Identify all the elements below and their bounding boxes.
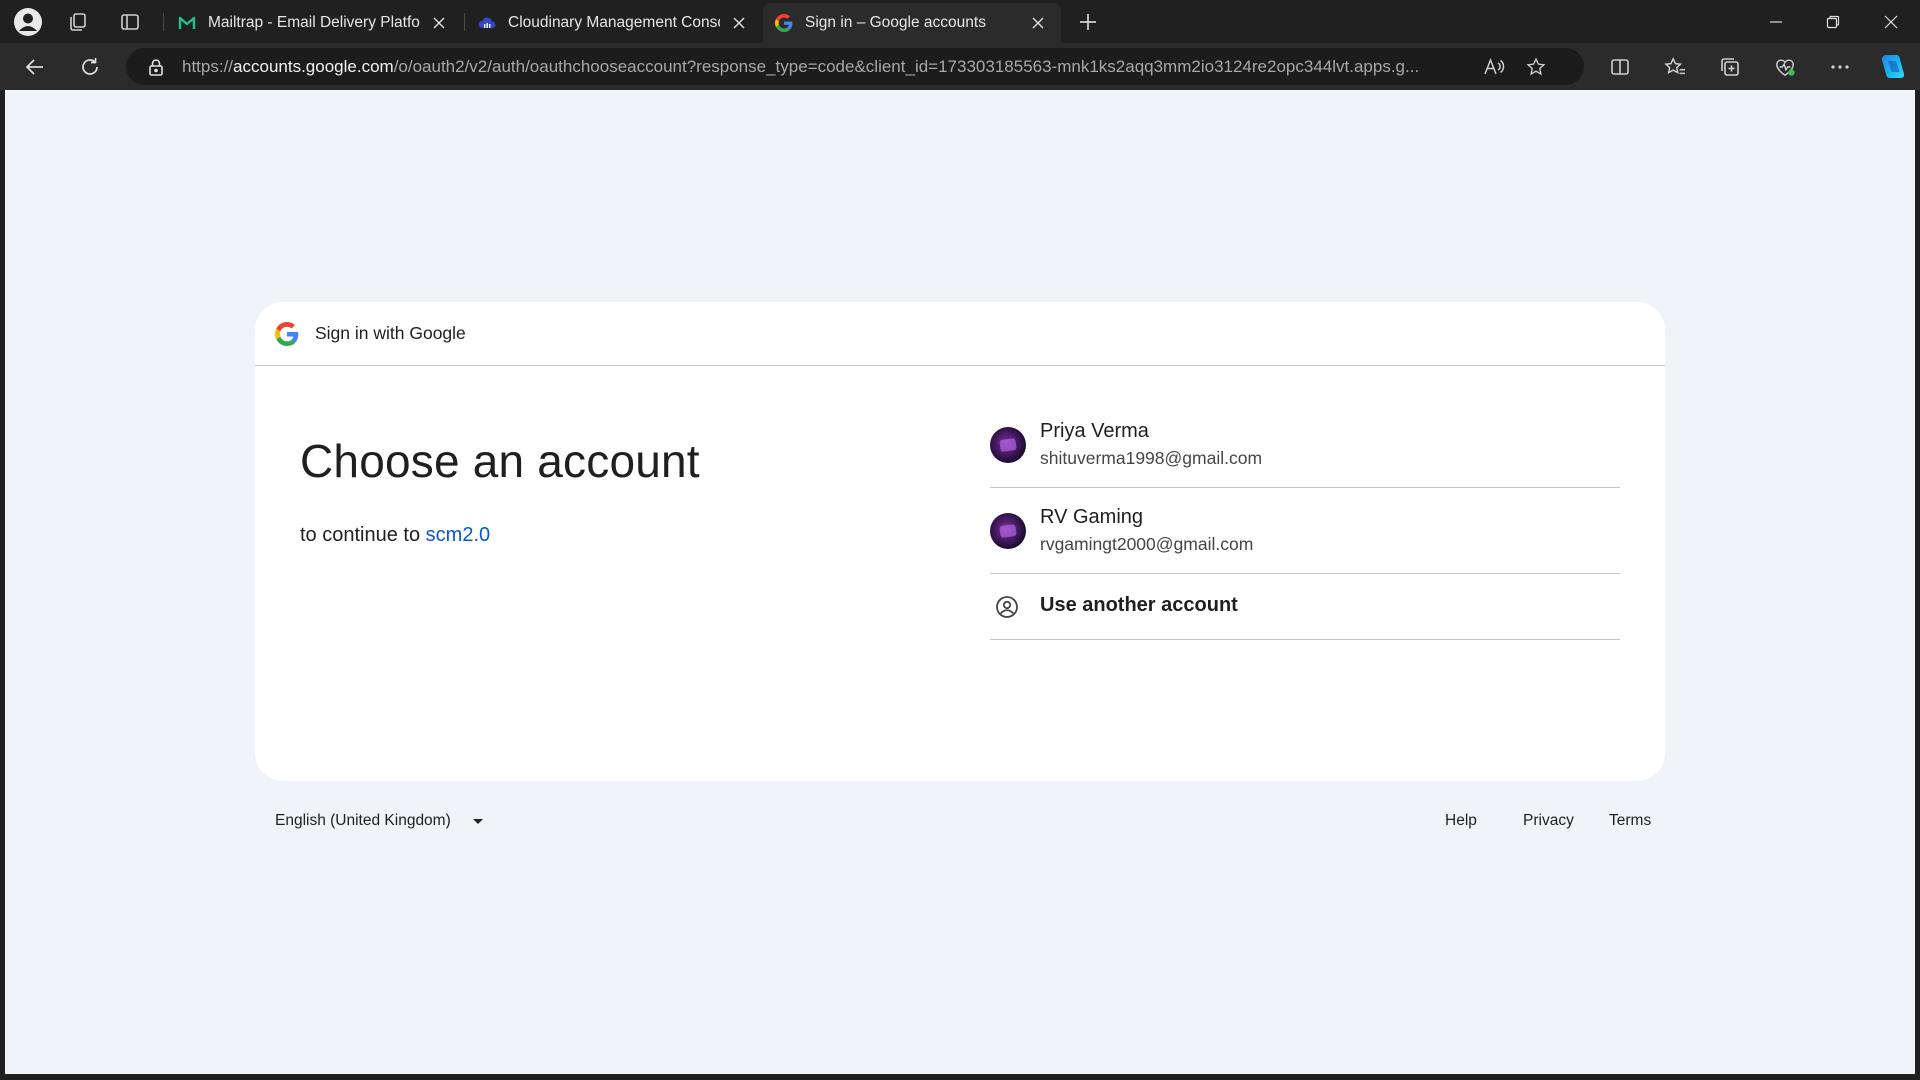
tab-google-signin[interactable]: Sign in – Google accounts [763,3,1061,43]
account-email: shituverma1998@gmail.com [1040,448,1263,468]
mailtrap-icon [178,14,196,32]
lock-icon[interactable] [148,58,168,76]
person-circle-icon [996,596,1018,618]
profile-icon[interactable] [8,6,48,37]
language-label: English (United Kingdom) [275,812,451,829]
split-screen-icon[interactable] [1600,50,1640,84]
page-title: Choose an account [300,435,700,487]
continue-prefix: to continue to [300,524,426,546]
tab-bar: Mailtrap - Email Delivery Platform Cloud… [0,0,1920,43]
app-name-link[interactable]: scm2.0 [426,524,490,546]
tab-title: Mailtrap - Email Delivery Platform [208,14,420,31]
google-icon [775,14,793,32]
read-aloud-icon[interactable] [1479,52,1509,82]
url-scheme: https:// [182,56,234,76]
url-host: accounts.google.com [233,56,394,76]
close-icon[interactable] [1027,12,1049,34]
new-tab-icon[interactable] [1068,6,1108,37]
tab-separator [464,13,465,31]
account-email: rvgamingt2000@gmail.com [1040,534,1254,554]
close-icon[interactable] [428,12,450,34]
avatar [990,513,1026,549]
google-logo-icon [275,321,299,346]
account-name: Priya Verma [1040,420,1149,442]
tab-title: Sign in – Google accounts [805,14,986,31]
card-header-title: Sign in with Google [315,323,466,343]
favorites-icon[interactable] [1655,50,1695,84]
terms-link[interactable]: Terms [1609,812,1651,830]
more-options-icon[interactable] [1820,50,1860,84]
avatar [990,427,1026,463]
use-another-account-label: Use another account [1040,594,1238,616]
refresh-icon[interactable] [72,50,108,84]
chevron-down-icon [472,818,483,824]
account-list: Priya Verma shituverma1998@gmail.com RV … [990,402,1620,640]
tab-title: Cloudinary Management Console [508,14,720,31]
privacy-link[interactable]: Privacy [1523,812,1574,830]
address-bar[interactable]: https://accounts.google.com/o/oauth2/v2/… [126,48,1584,85]
continue-text: to continue to scm2.0 [300,524,490,547]
account-name: RV Gaming [1040,506,1144,528]
collections-icon[interactable] [1710,50,1750,84]
signin-card: Sign in with Google Choose an account to… [255,302,1665,781]
tab-mailtrap[interactable]: Mailtrap - Email Delivery Platform [166,3,462,43]
tab-actions-icon[interactable] [110,6,150,37]
minimize-icon[interactable] [1748,0,1804,43]
language-selector[interactable]: English (United Kingdom) [275,812,483,830]
close-window-icon[interactable] [1863,0,1919,43]
cloudinary-icon [478,14,496,32]
tab-separator [163,13,164,31]
workspaces-icon[interactable] [58,6,98,37]
url-text[interactable]: https://accounts.google.com/o/oauth2/v2/… [182,57,1462,77]
page-body: Sign in with Google Choose an account to… [5,90,1915,1074]
tab-cloudinary[interactable]: Cloudinary Management Console [466,3,762,43]
account-item-priya-verma[interactable]: Priya Verma shituverma1998@gmail.com [990,402,1620,488]
restore-icon[interactable] [1805,0,1861,43]
url-path: /o/oauth2/v2/auth/oauthchooseaccount?res… [393,56,1420,76]
back-icon[interactable] [17,50,53,84]
star-icon[interactable] [1521,52,1551,82]
window-bottom-edge [0,1074,1920,1080]
help-link[interactable]: Help [1445,812,1477,830]
browser-essentials-icon[interactable] [1765,50,1805,84]
close-icon[interactable] [728,12,750,34]
page-footer: English (United Kingdom) Help Privacy Te… [267,812,1657,836]
card-header: Sign in with Google [255,302,1665,366]
account-item-rv-gaming[interactable]: RV Gaming rvgamingt2000@gmail.com [990,488,1620,574]
use-another-account-button[interactable]: Use another account [990,574,1620,640]
browser-toolbar: https://accounts.google.com/o/oauth2/v2/… [0,43,1920,90]
copilot-icon[interactable] [1872,50,1912,84]
